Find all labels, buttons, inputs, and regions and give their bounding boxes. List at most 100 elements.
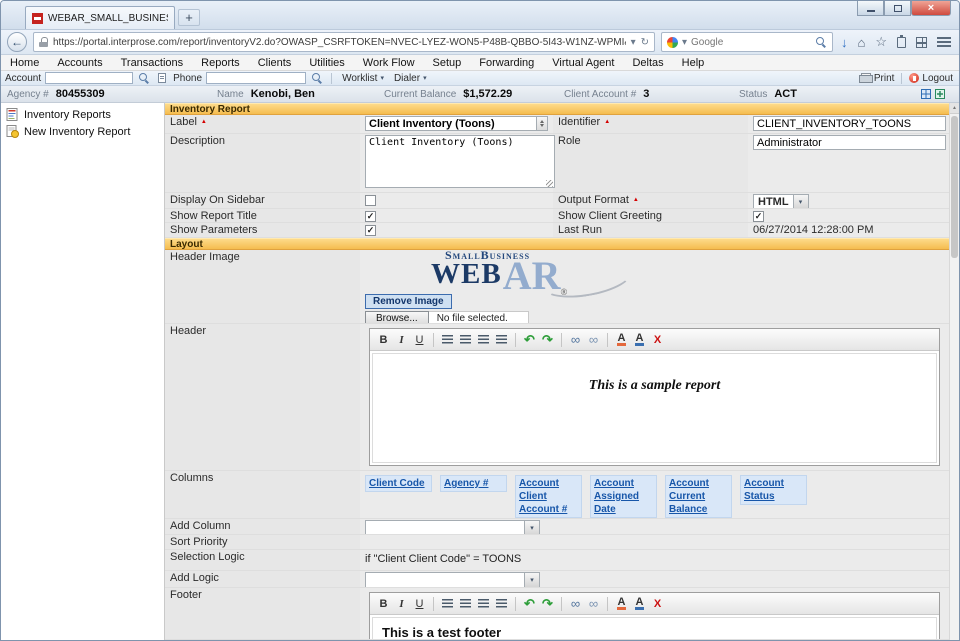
- output-format-select[interactable]: HTML ▾: [753, 194, 809, 209]
- align-justify-button[interactable]: [493, 595, 510, 612]
- menu-home[interactable]: Home: [1, 57, 48, 69]
- clipboard-icon[interactable]: [897, 37, 906, 48]
- back-button[interactable]: ←: [7, 32, 27, 52]
- underline-button[interactable]: U: [411, 331, 428, 348]
- menu-workflow[interactable]: Work Flow: [354, 57, 424, 69]
- home-icon[interactable]: ⌂: [857, 35, 865, 50]
- sidebar-item-new-inventory-report[interactable]: New Inventory Report: [1, 123, 164, 140]
- undo-button[interactable]: ↶: [521, 595, 538, 612]
- menu-utilities[interactable]: Utilities: [300, 57, 353, 69]
- resize-grip-icon[interactable]: [546, 180, 553, 187]
- font-color-button[interactable]: A: [613, 595, 630, 612]
- italic-button[interactable]: I: [393, 595, 410, 612]
- header-rich-text-editor[interactable]: B I U ↶ ↷ ∞: [369, 328, 940, 466]
- menu-deltas[interactable]: Deltas: [623, 57, 672, 69]
- logout-button[interactable]: Logout: [909, 73, 953, 84]
- label-input[interactable]: [365, 116, 537, 131]
- dialer-dropdown[interactable]: Dialer ▾: [391, 73, 430, 84]
- account-input[interactable]: [45, 72, 133, 84]
- sidebar-item-inventory-reports[interactable]: Inventory Reports: [1, 106, 164, 123]
- show-client-greeting-checkbox[interactable]: [753, 211, 764, 222]
- reload-icon[interactable]: ↻: [641, 37, 649, 48]
- display-on-sidebar-checkbox[interactable]: [365, 195, 376, 206]
- search-engine-icon[interactable]: [667, 37, 678, 48]
- worklist-dropdown[interactable]: Worklist ▾: [339, 73, 387, 84]
- account-lookup-button[interactable]: [155, 72, 169, 85]
- italic-button[interactable]: I: [393, 331, 410, 348]
- hamburger-menu-icon[interactable]: [937, 37, 951, 47]
- redo-button[interactable]: ↷: [539, 331, 556, 348]
- panel-add-icon[interactable]: [935, 89, 945, 99]
- remove-format-button[interactable]: X: [649, 595, 666, 612]
- search-input[interactable]: [691, 37, 812, 48]
- print-button[interactable]: Print: [859, 73, 895, 84]
- menu-clients[interactable]: Clients: [249, 57, 301, 69]
- column-chip[interactable]: Account Client Account #: [515, 475, 582, 518]
- remove-format-button[interactable]: X: [649, 331, 666, 348]
- link-button[interactable]: ∞: [567, 331, 584, 348]
- apps-grid-icon[interactable]: [916, 37, 927, 48]
- downloads-icon[interactable]: ↓: [841, 35, 848, 50]
- search-icon[interactable]: [816, 37, 827, 48]
- menu-forwarding[interactable]: Forwarding: [470, 57, 543, 69]
- phone-input[interactable]: [206, 72, 306, 84]
- show-report-title-checkbox[interactable]: [365, 211, 376, 222]
- column-chip[interactable]: Account Status: [740, 475, 807, 505]
- column-chip[interactable]: Account Assigned Date: [590, 475, 657, 518]
- align-center-button[interactable]: [457, 595, 474, 612]
- browser-tab[interactable]: WEBAR_SMALL_BUSINESS_DE...: [25, 6, 175, 29]
- highlight-color-button[interactable]: A: [631, 331, 648, 348]
- align-right-button[interactable]: [475, 595, 492, 612]
- align-left-button[interactable]: [439, 331, 456, 348]
- menu-setup[interactable]: Setup: [424, 57, 471, 69]
- column-chip[interactable]: Client Code: [365, 475, 432, 492]
- underline-button[interactable]: U: [411, 595, 428, 612]
- search-engine-caret-icon[interactable]: ▾: [682, 37, 687, 48]
- unlink-button[interactable]: ∞: [585, 331, 602, 348]
- browse-button[interactable]: Browse...: [365, 311, 429, 324]
- phone-search-button[interactable]: [310, 72, 324, 85]
- scroll-up-button[interactable]: ▲: [950, 103, 959, 114]
- add-logic-select[interactable]: ▾: [365, 572, 540, 588]
- vertical-scrollbar[interactable]: ▲: [949, 103, 959, 640]
- bold-button[interactable]: B: [375, 595, 392, 612]
- unlink-button[interactable]: ∞: [585, 595, 602, 612]
- menu-accounts[interactable]: Accounts: [48, 57, 111, 69]
- add-column-select[interactable]: ▾: [365, 520, 540, 535]
- undo-button[interactable]: ↶: [521, 331, 538, 348]
- url-dropdown-icon[interactable]: ▾: [631, 37, 636, 48]
- highlight-color-button[interactable]: A: [631, 595, 648, 612]
- maximize-button[interactable]: [884, 1, 911, 16]
- footer-rich-text-editor[interactable]: B I U ↶ ↷ ∞: [369, 592, 940, 640]
- url-bar[interactable]: ▾ ↻: [33, 32, 655, 52]
- search-bar[interactable]: ▾: [661, 32, 833, 52]
- stepper-icon[interactable]: [537, 116, 548, 131]
- show-parameters-checkbox[interactable]: [365, 225, 376, 236]
- align-right-button[interactable]: [475, 331, 492, 348]
- bold-button[interactable]: B: [375, 331, 392, 348]
- close-button[interactable]: ×: [911, 1, 951, 16]
- role-input[interactable]: [753, 135, 946, 150]
- panel-tile-icon[interactable]: [921, 89, 931, 99]
- description-textarea[interactable]: Client Inventory (Toons): [365, 135, 555, 188]
- redo-button[interactable]: ↷: [539, 595, 556, 612]
- column-chip[interactable]: Account Current Balance: [665, 475, 732, 518]
- header-editor-content[interactable]: This is a sample report: [372, 353, 937, 463]
- font-color-button[interactable]: A: [613, 331, 630, 348]
- menu-transactions[interactable]: Transactions: [112, 57, 193, 69]
- align-justify-button[interactable]: [493, 331, 510, 348]
- minimize-button[interactable]: [857, 1, 884, 16]
- menu-help[interactable]: Help: [673, 57, 714, 69]
- footer-editor-content[interactable]: This is a test footer: [372, 617, 937, 640]
- new-tab-button[interactable]: +: [178, 9, 200, 26]
- url-input[interactable]: [53, 37, 626, 48]
- link-button[interactable]: ∞: [567, 595, 584, 612]
- bookmark-star-icon[interactable]: ☆: [875, 34, 887, 50]
- column-chip[interactable]: Agency #: [440, 475, 507, 492]
- scrollbar-thumb[interactable]: [951, 116, 958, 258]
- account-search-button[interactable]: [137, 72, 151, 85]
- menu-virtual-agent[interactable]: Virtual Agent: [543, 57, 623, 69]
- identifier-input[interactable]: [753, 116, 946, 131]
- align-left-button[interactable]: [439, 595, 456, 612]
- align-center-button[interactable]: [457, 331, 474, 348]
